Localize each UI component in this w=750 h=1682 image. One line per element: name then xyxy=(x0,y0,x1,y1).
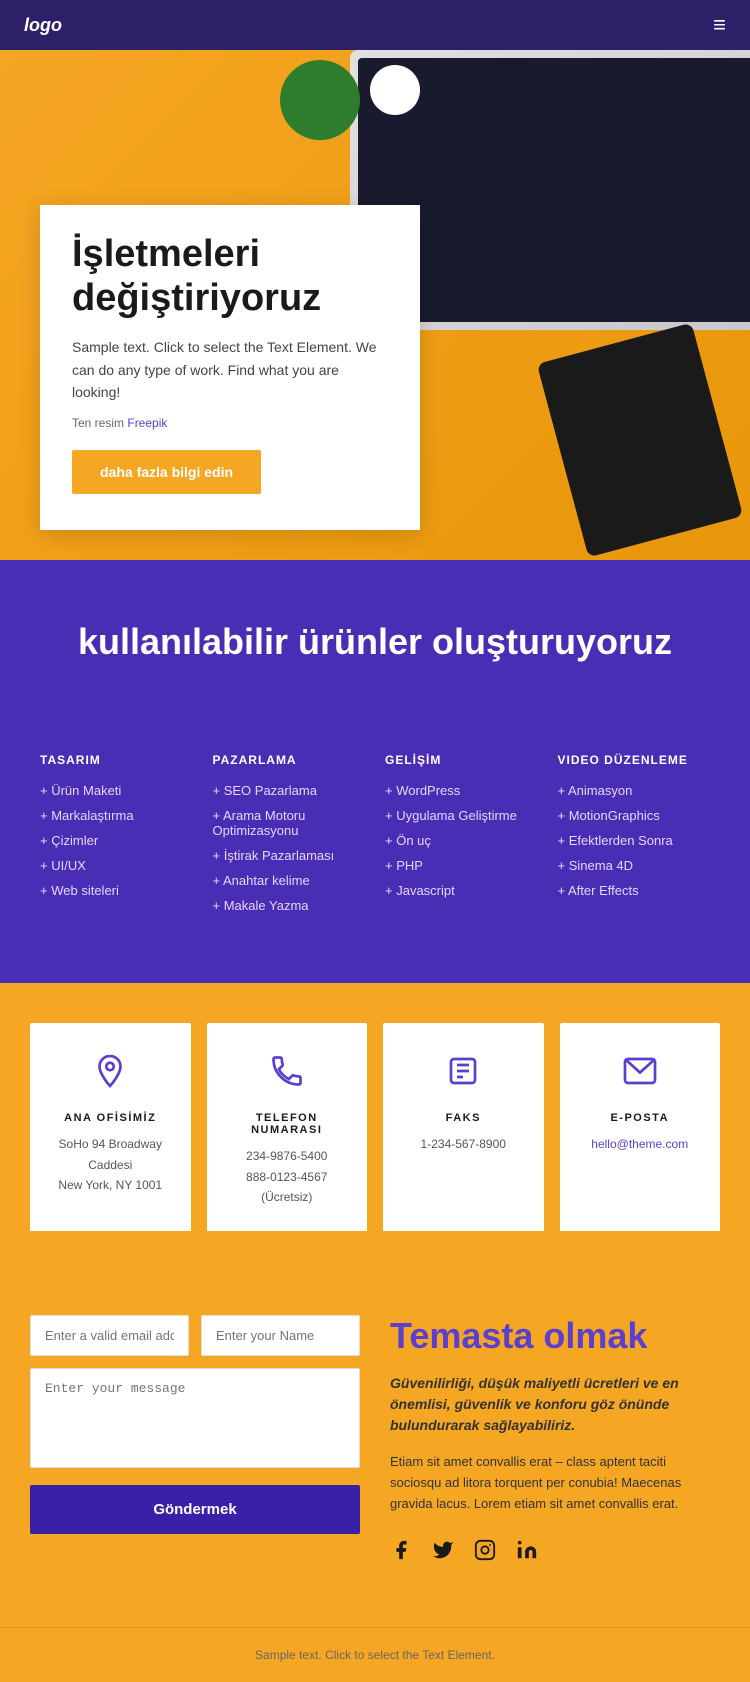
contact-card-title-2: FAKS xyxy=(399,1112,528,1124)
contact-title: Temasta olmak xyxy=(390,1315,720,1357)
service-item-0-1[interactable]: Markalaştırma xyxy=(40,808,193,823)
contact-card-0: ANA OFİSİMİZ SoHo 94 Broadway CaddesiNew … xyxy=(30,1023,191,1235)
service-item-1-2[interactable]: İştirak Pazarlaması xyxy=(213,848,366,863)
service-item-2-2[interactable]: Ön uç xyxy=(385,833,538,848)
contact-card-1: TELEFON NUMARASI 234-9876-5400888-0123-45… xyxy=(207,1023,368,1235)
submit-button[interactable]: Göndermek xyxy=(30,1485,360,1534)
service-item-0-3[interactable]: UI/UX xyxy=(40,858,193,873)
services-grid: TASARIM Ürün Maketi Markalaştırma Çizimler U… xyxy=(40,753,710,923)
service-col-0: TASARIM Ürün Maketi Markalaştırma Çizimler U… xyxy=(40,753,193,923)
service-item-3-2[interactable]: Efektlerden Sonra xyxy=(558,833,711,848)
form-left: Göndermek xyxy=(30,1315,360,1566)
contact-card-3: E-POSTA hello@theme.com xyxy=(560,1023,721,1235)
freepik-link[interactable]: Freepik xyxy=(127,416,167,430)
contact-card-line-0-0: SoHo 94 Broadway Caddesi xyxy=(46,1134,175,1175)
service-item-1-1[interactable]: Arama Motoru Optimizasyonu xyxy=(213,808,366,838)
hero-cta-button[interactable]: daha fazla bilgi edin xyxy=(72,450,261,494)
contact-card-title-0: ANA OFİSİMİZ xyxy=(46,1112,175,1124)
contact-cards-grid: ANA OFİSİMİZ SoHo 94 Broadway CaddesiNew … xyxy=(30,1023,720,1235)
purple-section-title: kullanılabilir ürünler oluşturuyoruz xyxy=(40,620,710,663)
contact-card-title-3: E-POSTA xyxy=(576,1112,705,1124)
hero-plant-decoration xyxy=(280,60,360,140)
contact-email-link[interactable]: hello@theme.com xyxy=(591,1137,688,1151)
contact-card-info-3: hello@theme.com xyxy=(576,1134,705,1154)
contact-card-title-1: TELEFON NUMARASI xyxy=(223,1112,352,1136)
services-section: TASARIM Ürün Maketi Markalaştırma Çizimler U… xyxy=(0,733,750,983)
service-col-3: VIDEO DÜZENLEME Animasyon MotionGraphics Ef… xyxy=(558,753,711,923)
service-item-2-0[interactable]: WordPress xyxy=(385,783,538,798)
name-input[interactable] xyxy=(201,1315,360,1356)
service-item-2-1[interactable]: Uygulama Geliştirme xyxy=(385,808,538,823)
form-section: Göndermek Temasta olmak Güvenilirliği, d… xyxy=(0,1275,750,1626)
service-item-1-4[interactable]: Makale Yazma xyxy=(213,898,366,913)
purple-headline-section: kullanılabilir ürünler oluşturuyoruz xyxy=(0,560,750,733)
linkedin-icon[interactable] xyxy=(516,1539,538,1567)
service-item-1-3[interactable]: Anahtar kelime xyxy=(213,873,366,888)
logo: logo xyxy=(24,15,62,36)
service-item-3-3[interactable]: Sinema 4D xyxy=(558,858,711,873)
hero-coffee-decoration xyxy=(370,65,420,115)
contact-card-icon-3 xyxy=(576,1053,705,1098)
service-col-heading-3: VIDEO DÜZENLEME xyxy=(558,753,711,767)
contact-tagline: Güvenilirliği, düşük maliyetli ücretleri… xyxy=(390,1373,720,1436)
contact-card-info-2: 1-234-567-8900 xyxy=(399,1134,528,1154)
contact-card-line-1-0: 234-9876-5400 xyxy=(223,1146,352,1166)
header: logo ≡ xyxy=(0,0,750,50)
message-textarea[interactable] xyxy=(30,1368,360,1468)
hero-description: Sample text. Click to select the Text El… xyxy=(72,336,388,403)
hero-credit: Ten resim Freepik xyxy=(72,416,388,430)
service-item-2-3[interactable]: PHP xyxy=(385,858,538,873)
service-item-0-4[interactable]: Web siteleri xyxy=(40,883,193,898)
service-col-heading-0: TASARIM xyxy=(40,753,193,767)
hamburger-menu[interactable]: ≡ xyxy=(713,12,726,38)
service-item-1-0[interactable]: SEO Pazarlama xyxy=(213,783,366,798)
contact-description: Etiam sit amet convallis erat – class ap… xyxy=(390,1452,720,1514)
contact-card-line-2-0: 1-234-567-8900 xyxy=(399,1134,528,1154)
form-right: Temasta olmak Güvenilirliği, düşük maliy… xyxy=(390,1315,720,1566)
service-item-0-0[interactable]: Ürün Maketi xyxy=(40,783,193,798)
twitter-icon[interactable] xyxy=(432,1539,454,1567)
facebook-icon[interactable] xyxy=(390,1539,412,1567)
service-col-2: GELİŞİM WordPress Uygulama Geliştirme Ön uç… xyxy=(385,753,538,923)
contact-card-line-0-1: New York, NY 1001 xyxy=(46,1175,175,1195)
hero-title: İşletmeleri değiştiriyoruz xyxy=(72,233,388,320)
contact-card-icon-0 xyxy=(46,1053,175,1098)
contact-cards-section: ANA OFİSİMİZ SoHo 94 Broadway CaddesiNew … xyxy=(0,983,750,1275)
email-input[interactable] xyxy=(30,1315,189,1356)
contact-card-2: FAKS 1-234-567-8900 xyxy=(383,1023,544,1235)
contact-card-line-1-1: 888-0123-4567 (Ücretsiz) xyxy=(223,1167,352,1208)
service-col-1: PAZARLAMA SEO Pazarlama Arama Motoru Optim… xyxy=(213,753,366,923)
hero-section: İşletmeleri değiştiriyoruz Sample text. … xyxy=(0,50,750,560)
service-item-3-4[interactable]: After Effects xyxy=(558,883,711,898)
contact-card-icon-1 xyxy=(223,1053,352,1098)
service-item-3-1[interactable]: MotionGraphics xyxy=(558,808,711,823)
service-item-3-0[interactable]: Animasyon xyxy=(558,783,711,798)
hero-card: İşletmeleri değiştiriyoruz Sample text. … xyxy=(40,205,420,530)
footer: Sample text. Click to select the Text El… xyxy=(0,1627,750,1682)
contact-card-info-1: 234-9876-5400888-0123-4567 (Ücretsiz) xyxy=(223,1146,352,1207)
social-icons xyxy=(390,1539,720,1567)
contact-card-info-0: SoHo 94 Broadway CaddesiNew York, NY 100… xyxy=(46,1134,175,1195)
service-col-heading-2: GELİŞİM xyxy=(385,753,538,767)
footer-text: Sample text. Click to select the Text El… xyxy=(20,1648,730,1662)
contact-card-icon-2 xyxy=(399,1053,528,1098)
instagram-icon[interactable] xyxy=(474,1539,496,1567)
service-item-2-4[interactable]: Javascript xyxy=(385,883,538,898)
service-item-0-2[interactable]: Çizimler xyxy=(40,833,193,848)
service-col-heading-1: PAZARLAMA xyxy=(213,753,366,767)
form-top-row xyxy=(30,1315,360,1356)
